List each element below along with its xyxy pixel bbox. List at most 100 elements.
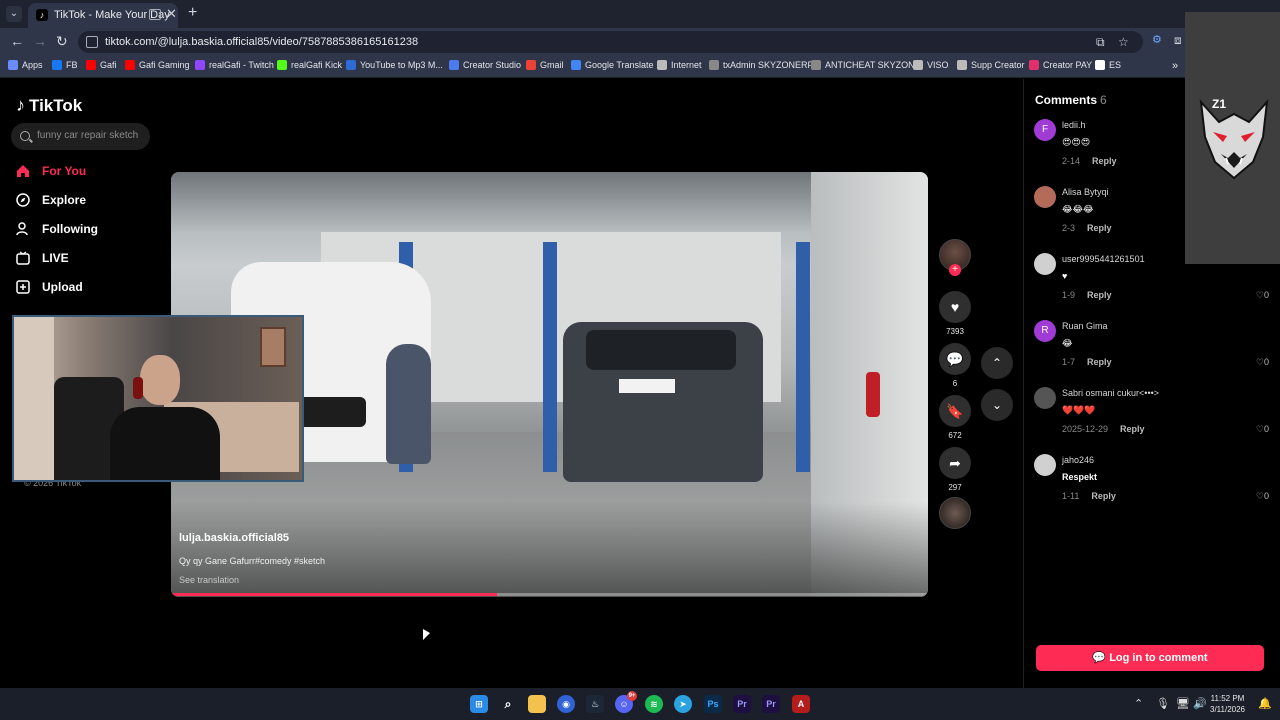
comment-avatar[interactable] xyxy=(1034,186,1056,208)
comment-avatar[interactable] xyxy=(1034,454,1056,476)
comment-author[interactable]: user9995441261501 xyxy=(1062,254,1145,264)
bookmark-item[interactable]: realGafi - Twitch xyxy=(195,60,274,70)
comment-avatar[interactable] xyxy=(1034,253,1056,275)
bookmark-star-icon[interactable]: ☆ xyxy=(1118,35,1129,49)
video-frame-fire-extinguisher xyxy=(866,372,880,417)
site-info-icon[interactable] xyxy=(86,36,98,48)
tiktok-logo[interactable]: ♪ TikTok xyxy=(16,95,82,116)
like-heart-icon[interactable]: ♥ xyxy=(939,291,971,323)
tab-search-icon[interactable]: ⌄ xyxy=(6,6,22,22)
bookmark-item[interactable]: Creator Studio xyxy=(449,60,521,70)
photoshop-icon[interactable]: Ps xyxy=(704,695,722,713)
premiere-icon[interactable]: Pr xyxy=(762,695,780,713)
reload-icon[interactable]: ↻ xyxy=(56,33,68,50)
bookmark-item[interactable]: Supp Creator xyxy=(957,60,1025,70)
file-explorer-icon[interactable] xyxy=(528,695,546,713)
see-translation-link[interactable]: See translation xyxy=(179,575,239,585)
taskbar-clock[interactable]: 11:52 PM 3/11/2026 xyxy=(1210,693,1245,715)
comment-like[interactable]: ♡0 xyxy=(1256,491,1269,502)
forward-arrow-icon[interactable]: → xyxy=(33,33,47,49)
telegram-icon[interactable]: ➤ xyxy=(674,695,692,713)
browser-toolbar: ← → ↻ tiktok.com/@lulja.baskia.official8… xyxy=(0,28,1280,56)
premiere-icon[interactable]: Pr xyxy=(733,695,751,713)
acrobat-icon[interactable]: A xyxy=(792,695,810,713)
bookmark-item[interactable]: Gmail xyxy=(526,60,564,70)
nav-live[interactable]: LIVE xyxy=(16,248,69,268)
notification-bell-icon[interactable]: 🔔 xyxy=(1258,697,1272,710)
bookmark-item[interactable]: Gafi Gaming xyxy=(125,60,190,70)
comment-avatar[interactable]: F xyxy=(1034,119,1056,141)
comment-author[interactable]: Alisa Bytyqi xyxy=(1062,187,1109,197)
volume-icon[interactable]: 🔊 xyxy=(1193,697,1207,710)
comment-author[interactable]: Ruan Gima xyxy=(1062,321,1108,331)
new-tab-button[interactable]: + xyxy=(188,4,197,22)
nav-explore[interactable]: Explore xyxy=(16,190,86,210)
reply-button[interactable]: Reply xyxy=(1087,290,1112,300)
microphone-icon[interactable]: 🎙 xyxy=(1156,697,1170,710)
share-arrow-icon[interactable]: ➦ xyxy=(939,447,971,479)
bookmark-item[interactable]: Apps xyxy=(8,60,43,70)
follow-plus-icon[interactable]: + xyxy=(949,264,961,276)
extensions-puzzle-icon[interactable]: ⧈ xyxy=(1174,33,1182,48)
reply-button[interactable]: Reply xyxy=(1087,223,1112,233)
address-url[interactable]: tiktok.com/@lulja.baskia.official85/vide… xyxy=(105,36,418,48)
search-icon[interactable]: ⌕ xyxy=(499,695,517,713)
comment-author[interactable]: Sabri osmani cukur<•••> xyxy=(1062,388,1159,398)
bookmark-item[interactable]: YouTube to Mp3 M... xyxy=(346,60,443,70)
nav-for-you[interactable]: For You xyxy=(16,161,86,181)
comment-like[interactable]: ♡0 xyxy=(1256,290,1269,301)
next-video-chevron-down-icon[interactable]: ⌄ xyxy=(981,389,1013,421)
comment-avatar[interactable]: R xyxy=(1034,320,1056,342)
bookmark-item[interactable]: VISO xyxy=(913,60,949,70)
search-input[interactable]: funny car repair sketch xyxy=(11,123,150,150)
comment-like[interactable]: ♡0 xyxy=(1256,424,1269,435)
reply-button[interactable]: Reply xyxy=(1087,357,1112,367)
bookmark-item[interactable]: ES xyxy=(1095,60,1121,70)
bookmark-item[interactable]: Creator PAY xyxy=(1029,60,1092,70)
steam-icon[interactable]: ♨ xyxy=(586,695,604,713)
network-icon[interactable]: 🖥 xyxy=(1176,697,1190,710)
windows-start-icon[interactable]: ⊞ xyxy=(470,695,488,713)
address-bar[interactable]: tiktok.com/@lulja.baskia.official85/vide… xyxy=(78,31,1143,53)
bookmark-item[interactable]: Internet xyxy=(657,60,702,70)
reply-button[interactable]: Reply xyxy=(1120,424,1145,434)
bookmark-item[interactable]: Google Translate xyxy=(571,60,654,70)
install-app-icon[interactable]: ⧉ xyxy=(1096,35,1105,50)
comment-text: 😂😂😂 xyxy=(1062,204,1094,214)
reply-button[interactable]: Reply xyxy=(1091,491,1116,501)
previous-video-chevron-up-icon[interactable]: ⌃ xyxy=(981,347,1013,379)
comment-like[interactable]: ♡0 xyxy=(1256,357,1269,368)
bookmark-item[interactable]: ANTICHEAT SKYZONE xyxy=(811,60,921,70)
webcam-person-head xyxy=(140,355,180,405)
video-author-username[interactable]: lulja.baskia.official85 xyxy=(179,532,289,544)
comment-bubble-icon[interactable]: 💬 xyxy=(939,343,971,375)
tab-media-icon[interactable] xyxy=(149,9,161,20)
log-in-to-comment-button[interactable]: 💬 Log in to comment xyxy=(1036,645,1264,671)
bookmark-icon[interactable]: 🔖 xyxy=(939,395,971,427)
webcam-picture-frame xyxy=(260,327,286,367)
tray-chevron-up-icon[interactable]: ⌃ xyxy=(1134,697,1143,710)
streamer-logo-overlay: Z1 xyxy=(1185,12,1280,264)
nav-following[interactable]: Following xyxy=(16,219,98,239)
comment-author[interactable]: jaho246 xyxy=(1062,455,1094,465)
spotify-icon[interactable]: ≋ xyxy=(645,695,663,713)
more-bookmarks-icon[interactable]: » xyxy=(1172,60,1178,72)
tab-close-icon[interactable]: ✕ xyxy=(166,6,177,22)
wolf-logo-icon xyxy=(1199,99,1269,180)
comment-avatar[interactable] xyxy=(1034,387,1056,409)
meta-icon xyxy=(449,60,459,70)
reply-button[interactable]: Reply xyxy=(1092,156,1117,166)
bookmark-item[interactable]: realGafi Kick xyxy=(277,60,342,70)
back-arrow-icon[interactable]: ← xyxy=(10,33,24,49)
nav-upload[interactable]: Upload xyxy=(16,277,83,297)
browser-tab[interactable]: ♪ TikTok - Make Your Day ✕ xyxy=(28,3,178,28)
bookmark-item[interactable]: FB xyxy=(52,60,78,70)
youtube-icon xyxy=(86,60,96,70)
bookmark-item[interactable]: txAdmin SKYZONERP xyxy=(709,60,814,70)
comment-author[interactable]: ledii.h xyxy=(1062,120,1086,130)
bookmark-item[interactable]: Gafi xyxy=(86,60,117,70)
music-disc-icon[interactable] xyxy=(939,497,971,529)
extension-icon[interactable]: ⚙ xyxy=(1152,33,1162,46)
video-progress-bar[interactable] xyxy=(171,593,928,596)
chrome-icon[interactable]: ◉ xyxy=(557,695,575,713)
